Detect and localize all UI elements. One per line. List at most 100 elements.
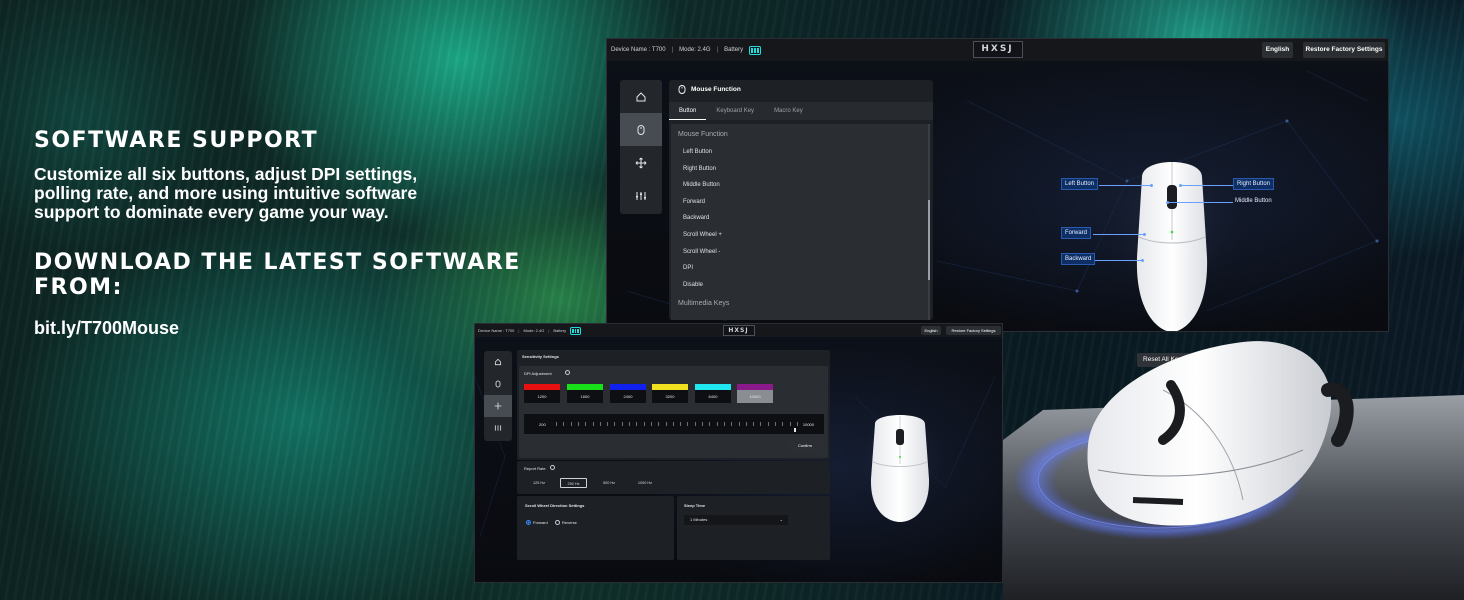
slider-tick (760, 422, 762, 426)
hotspot-left[interactable] (1150, 184, 1153, 187)
separator: | (671, 47, 674, 53)
rate-option[interactable]: 125 Hz (525, 478, 553, 488)
separator: | (548, 328, 550, 333)
dpi-value: 1600 (567, 390, 603, 403)
slider-tick (636, 422, 638, 426)
sidebar-item-sensitivity[interactable] (484, 395, 512, 417)
sidebar-item-sensitivity[interactable] (620, 146, 662, 179)
battery-label: Battery (553, 328, 567, 333)
sensitivity-title: Sensitivity Settings (522, 354, 559, 359)
radio-reverse[interactable] (555, 520, 560, 525)
battery-icon (749, 45, 762, 55)
dpi-level-6[interactable]: 10000 (737, 384, 773, 403)
list-item[interactable]: Middle Button (671, 177, 930, 194)
label-middle-button[interactable]: Middle Button (1235, 198, 1272, 204)
sidebar-item-settings[interactable] (620, 179, 662, 212)
list-item[interactable]: Backward (671, 210, 930, 227)
slider-tick (723, 422, 725, 426)
sensitivity-window: Device Name : T700 | Mode: 2.4G | Batter… (474, 323, 1003, 583)
sensitivity-card: Sensitivity Settings DPI Adjustment 1200… (517, 350, 830, 460)
dpi-level-5[interactable]: 6400 (695, 384, 731, 403)
promo-heading: SOFTWARE SUPPORT (34, 128, 319, 153)
slider-tick (716, 422, 718, 426)
report-rate-card: Report Rate 125 Hz 250 Hz 500 Hz 1000 Hz (517, 461, 830, 494)
separator: | (716, 47, 719, 53)
confirm-button[interactable]: Confirm (787, 441, 823, 451)
scrollbar[interactable] (928, 124, 930, 320)
hotspot-backward[interactable] (1141, 259, 1144, 262)
list-item[interactable]: Disable (671, 277, 930, 294)
mouse-diagram: Left Button Right Button Middle Button F… (1057, 147, 1287, 331)
dpi-value: 1200 (524, 390, 560, 403)
connector-line (1099, 185, 1151, 186)
label-right-button[interactable]: Right Button (1233, 178, 1275, 190)
slider-tick (585, 422, 587, 426)
label-left-button[interactable]: Left Button (1061, 178, 1099, 190)
scroll-direction-title: Scroll Wheel Direction Settings (525, 503, 585, 508)
slider-thumb[interactable] (794, 428, 796, 432)
hotspot-forward[interactable] (1143, 233, 1146, 236)
list-item[interactable]: DPI (671, 260, 930, 277)
rate-option[interactable]: 1000 Hz (630, 478, 660, 488)
reverse-label: Reverse (562, 520, 577, 525)
list-item[interactable]: Scroll Wheel + (671, 227, 930, 244)
slider-tick (672, 422, 674, 426)
restore-factory-button[interactable]: Restore Factory Settings (946, 326, 1001, 335)
dpi-level-1[interactable]: 1200 (524, 384, 560, 403)
list-item[interactable]: Forward (671, 194, 930, 211)
list-item[interactable]: Right Button (671, 161, 930, 178)
label-forward[interactable]: Forward (1061, 227, 1092, 239)
dpi-value: 10000 (737, 390, 773, 403)
top-bar: Device Name : T700 | Mode: 2.4G | Batter… (607, 39, 1388, 61)
rate-option-selected[interactable]: 250 Hz (560, 478, 587, 488)
dpi-slider[interactable]: 200 10000 (524, 414, 824, 434)
slider-tick (753, 422, 755, 426)
sleep-time-title: Sleep Time (684, 503, 706, 508)
slider-tick (570, 422, 572, 426)
sidebar-item-mouse[interactable] (484, 373, 512, 395)
sidebar-item-home[interactable] (484, 351, 512, 373)
restore-factory-button[interactable]: Restore Factory Settings (1303, 42, 1385, 58)
tab-button[interactable]: Button (669, 102, 707, 120)
report-rate-label: Report Rate (524, 466, 546, 471)
connector-line (1093, 260, 1143, 261)
tab-macro-key[interactable]: Macro Key (764, 102, 813, 120)
download-heading: DOWNLOAD THE LATEST SOFTWARE FROM: (34, 250, 521, 300)
rate-option[interactable]: 500 Hz (595, 478, 623, 488)
help-icon[interactable] (565, 370, 570, 375)
sleep-time-select[interactable]: 1 Minutes ⌄ (684, 515, 788, 525)
label-backward[interactable]: Backward (1061, 253, 1096, 265)
dpi-value: 3200 (652, 390, 688, 403)
slider-tick (607, 422, 609, 426)
dpi-label: DPI Adjustment (524, 371, 552, 376)
sidebar (620, 80, 662, 214)
sidebar-item-settings[interactable] (484, 417, 512, 439)
slider-tick (745, 422, 747, 426)
panel-header: Mouse Function (669, 80, 933, 98)
sidebar-item-mouse[interactable] (620, 113, 662, 146)
radio-forward[interactable] (526, 520, 531, 525)
tab-keyboard-key[interactable]: Keyboard Key (706, 102, 764, 120)
hotspot-right[interactable] (1179, 184, 1182, 187)
dpi-value: 6400 (695, 390, 731, 403)
mouse-preview-image (840, 399, 960, 522)
language-button[interactable]: English (921, 326, 941, 335)
dpi-level-2[interactable]: 1600 (567, 384, 603, 403)
panel-title: Mouse Function (691, 85, 741, 93)
sidebar-item-home[interactable] (620, 80, 662, 113)
hotspot-middle[interactable] (1166, 201, 1169, 204)
list-item[interactable]: Left Button (671, 144, 930, 161)
top-bar: Device Name : T700 | Mode: 2.4G | Batter… (475, 324, 1002, 337)
dpi-level-3[interactable]: 2400 (610, 384, 646, 403)
language-button[interactable]: English (1262, 42, 1293, 58)
device-name: Device Name : T700 (478, 328, 515, 333)
dpi-section: DPI Adjustment 1200 1600 2400 3200 6400 … (519, 366, 828, 458)
list-item[interactable]: Scroll Wheel - (671, 244, 930, 261)
slider-tick (738, 422, 740, 426)
slider-tick (665, 422, 667, 426)
dpi-level-4[interactable]: 3200 (652, 384, 688, 403)
help-icon[interactable] (550, 465, 555, 470)
separator: | (518, 328, 520, 333)
product-photo (1003, 341, 1464, 600)
slider-tick (658, 422, 660, 426)
